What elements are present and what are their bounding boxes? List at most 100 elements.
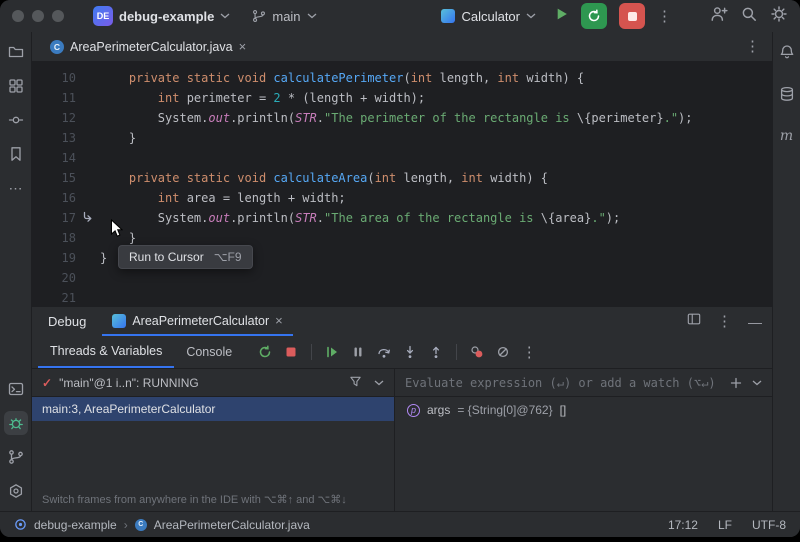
editor-tab-title: AreaPerimeterCalculator.java <box>70 40 233 54</box>
mute-breakpoints-button[interactable] <box>490 339 516 365</box>
stop-button[interactable] <box>278 339 304 365</box>
bookmarks-tool-button[interactable] <box>4 142 28 166</box>
run-config-name: Calculator <box>461 9 520 24</box>
git-tool-button[interactable] <box>4 445 28 469</box>
run-button[interactable] <box>555 7 569 26</box>
run-configuration-widget[interactable]: Calculator <box>434 6 543 27</box>
status-right: 17:12 LF UTF-8 <box>668 518 786 532</box>
editor-options-button[interactable]: ⋮ <box>745 39 760 54</box>
gear-icon <box>770 5 788 23</box>
step-over-button[interactable] <box>371 339 397 365</box>
resume-button[interactable] <box>319 339 345 365</box>
stop-process-button[interactable] <box>619 3 645 29</box>
stack-frame-item[interactable]: main:3, AreaPerimeterCalculator <box>32 397 394 421</box>
branch-widget[interactable]: main <box>245 6 323 27</box>
code-text: int area = length + width; <box>100 188 346 208</box>
debug-tool-button[interactable] <box>4 411 28 435</box>
line-number[interactable]: 19 <box>32 248 76 268</box>
maven-tool-button[interactable]: m <box>775 124 799 148</box>
structure-tool-button[interactable] <box>4 74 28 98</box>
file-encoding[interactable]: UTF-8 <box>752 518 786 532</box>
stop-icon <box>285 346 297 358</box>
toolbar-more-button[interactable]: ⋮ <box>516 339 542 365</box>
status-project[interactable]: debug-example <box>34 518 117 532</box>
line-number[interactable]: 13 <box>32 128 76 148</box>
terminal-tool-button[interactable] <box>4 377 28 401</box>
code-editor[interactable]: 10 private static void calculatePerimete… <box>32 62 772 306</box>
close-session-button[interactable]: × <box>275 313 283 328</box>
notifications-button[interactable] <box>775 40 799 64</box>
code-text: } <box>100 248 107 268</box>
step-out-button[interactable] <box>423 339 449 365</box>
line-number[interactable]: 20 <box>32 268 76 288</box>
run-to-cursor-icon[interactable] <box>76 208 100 228</box>
services-tool-button[interactable] <box>4 479 28 503</box>
tab-console[interactable]: Console <box>174 336 244 368</box>
status-widget-icon[interactable] <box>14 518 27 531</box>
debug-tool-window: Debug AreaPerimeterCalculator × ⋮ — <box>32 306 772 511</box>
more-tool-windows-button[interactable]: ⋯ <box>4 176 28 200</box>
chevron-down-icon <box>307 13 317 19</box>
close-window-button[interactable] <box>12 10 24 22</box>
cursor-position[interactable]: 17:12 <box>668 518 698 532</box>
thread-status-icon: ✓ <box>42 376 52 390</box>
editor-tab[interactable]: C AreaPerimeterCalculator.java × <box>40 32 256 61</box>
line-number[interactable]: 16 <box>32 188 76 208</box>
evaluate-expression-row[interactable]: Evaluate expression (↵) or add a watch (… <box>395 369 772 397</box>
filter-frames-button[interactable] <box>349 375 362 391</box>
branch-name: main <box>272 9 300 24</box>
pause-button[interactable] <box>345 339 371 365</box>
variable-value: [] <box>560 403 567 417</box>
add-user-button[interactable] <box>710 5 728 28</box>
line-number[interactable]: 10 <box>32 68 76 88</box>
code-line: 20 <box>32 268 772 288</box>
line-number[interactable]: 18 <box>32 228 76 248</box>
debug-session-icon <box>112 314 126 328</box>
chevron-down-icon <box>220 13 230 19</box>
code-line: 15 private static void calculateArea(int… <box>32 168 772 188</box>
project-tool-button[interactable] <box>4 40 28 64</box>
commit-tool-button[interactable] <box>4 108 28 132</box>
search-icon <box>740 5 758 23</box>
line-number[interactable]: 15 <box>32 168 76 188</box>
close-tab-button[interactable]: × <box>239 39 247 54</box>
minimize-window-button[interactable] <box>32 10 44 22</box>
chevron-down-icon[interactable] <box>374 380 384 386</box>
add-watch-icon[interactable] <box>730 377 742 389</box>
git-branch-icon <box>252 9 266 23</box>
thread-status-row[interactable]: ✓ "main"@1 i..n": RUNNING <box>32 369 394 397</box>
tab-threads-variables[interactable]: Threads & Variables <box>38 336 174 368</box>
debug-more-button[interactable]: ⋮ <box>717 314 732 329</box>
line-number[interactable]: 17 <box>32 208 76 228</box>
view-breakpoints-button[interactable] <box>464 339 490 365</box>
status-file[interactable]: AreaPerimeterCalculator.java <box>154 518 310 532</box>
settings-button[interactable] <box>770 5 788 28</box>
tooltip-shortcut: ⌥F9 <box>214 250 242 264</box>
line-separator[interactable]: LF <box>718 518 732 532</box>
chevron-down-icon[interactable] <box>752 380 762 386</box>
run-config-icon <box>441 9 455 23</box>
code-line: 14 <box>32 148 772 168</box>
line-number[interactable]: 11 <box>32 88 76 108</box>
line-number[interactable]: 12 <box>32 108 76 128</box>
line-number[interactable]: 21 <box>32 288 76 306</box>
step-into-button[interactable] <box>397 339 423 365</box>
rerun-button[interactable] <box>252 339 278 365</box>
line-number[interactable]: 14 <box>32 148 76 168</box>
debug-restart-button[interactable] <box>581 3 607 29</box>
gutter <box>76 268 100 288</box>
debug-session-tab[interactable]: AreaPerimeterCalculator × <box>102 307 292 336</box>
project-widget[interactable]: DE debug-example <box>86 3 237 29</box>
code-line: 12 System.out.println(STR."The perimeter… <box>32 108 772 128</box>
layout-settings-button[interactable] <box>687 312 701 331</box>
debug-session-tab-title: AreaPerimeterCalculator <box>132 314 269 328</box>
code-line: 13 } <box>32 128 772 148</box>
variable-name: args <box>427 403 450 417</box>
zoom-window-button[interactable] <box>52 10 64 22</box>
more-actions-button[interactable]: ⋮ <box>657 9 672 24</box>
search-button[interactable] <box>740 5 758 28</box>
database-tool-button[interactable] <box>775 82 799 106</box>
hide-tool-window-button[interactable]: — <box>748 314 762 330</box>
parameter-icon: p <box>407 404 420 417</box>
variable-item[interactable]: p args = {String[0]@762} [] <box>395 397 772 423</box>
